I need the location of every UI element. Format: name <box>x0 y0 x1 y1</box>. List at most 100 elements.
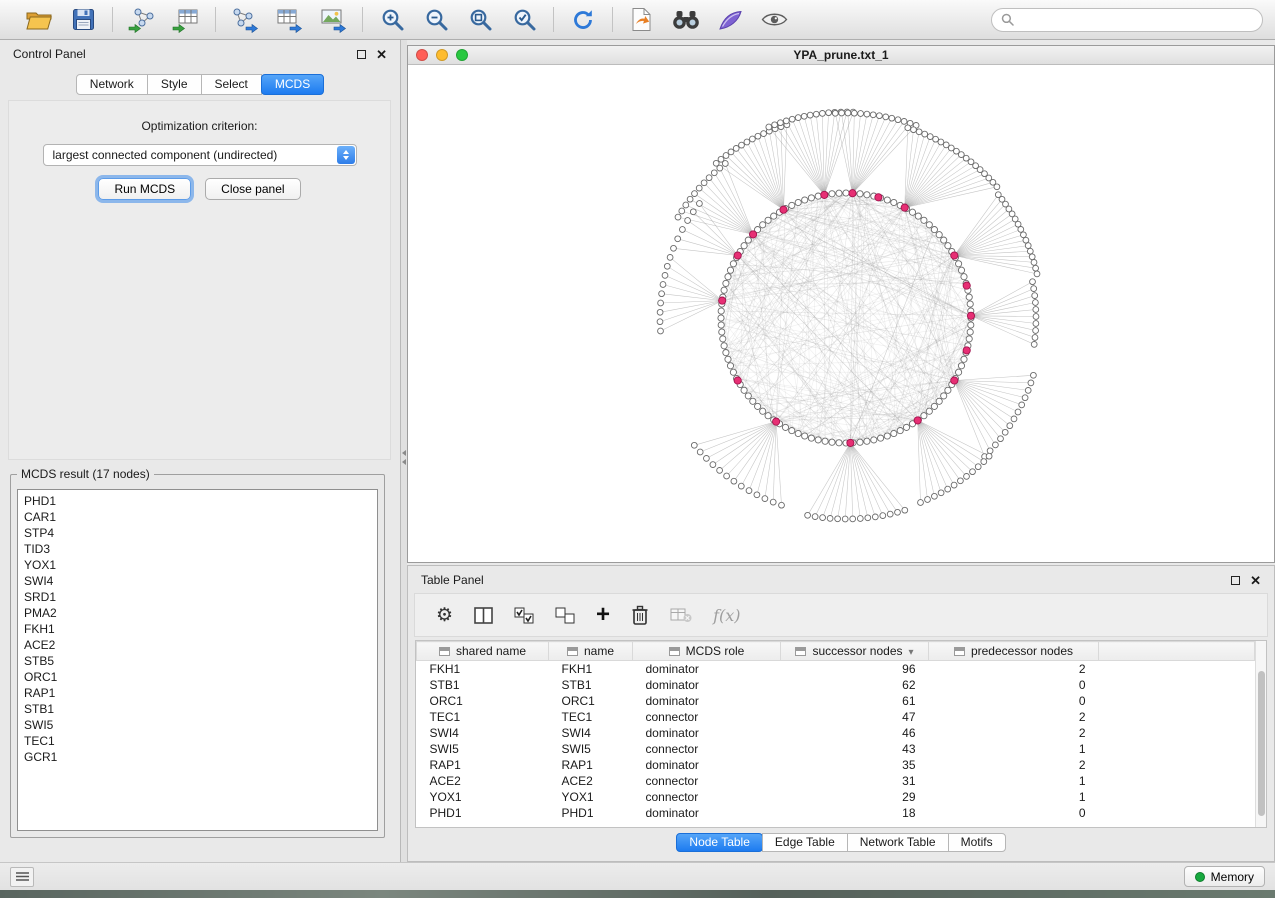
mcds-result-item[interactable]: SRD1 <box>24 589 371 605</box>
table-cell[interactable]: 1 <box>929 741 1099 757</box>
table-cell[interactable]: YOX1 <box>417 789 549 805</box>
column-header-successor-nodes[interactable]: successor nodes▾ <box>781 642 929 661</box>
mcds-result-item[interactable]: CAR1 <box>24 509 371 525</box>
tab-style[interactable]: Style <box>147 74 202 95</box>
table-cell[interactable]: 0 <box>929 693 1099 709</box>
mcds-result-item[interactable]: FKH1 <box>24 621 371 637</box>
close-window-button[interactable] <box>416 49 428 61</box>
table-cell[interactable]: ORC1 <box>549 693 633 709</box>
zoom-out-button[interactable] <box>418 5 454 35</box>
table-tab-network-table[interactable]: Network Table <box>847 833 949 852</box>
network-window-titlebar[interactable]: YPA_prune.txt_1 <box>408 46 1274 65</box>
table-cell[interactable]: TEC1 <box>417 709 549 725</box>
table-cell[interactable]: RAP1 <box>549 757 633 773</box>
mcds-result-item[interactable]: PHD1 <box>24 493 371 509</box>
table-cell[interactable]: dominator <box>633 725 781 741</box>
table-cell[interactable]: dominator <box>633 661 781 678</box>
table-cell[interactable]: 46 <box>781 725 929 741</box>
table-tab-node-table[interactable]: Node Table <box>676 833 763 852</box>
table-row[interactable]: RAP1RAP1dominator352 <box>417 757 1255 773</box>
table-cell[interactable]: YOX1 <box>549 789 633 805</box>
table-cell[interactable]: FKH1 <box>549 661 633 678</box>
mcds-result-item[interactable]: GCR1 <box>24 749 371 765</box>
search-network-button[interactable] <box>668 5 704 35</box>
table-row[interactable]: SWI4SWI4dominator462 <box>417 725 1255 741</box>
table-cell[interactable]: 0 <box>929 805 1099 821</box>
table-cell[interactable]: 2 <box>929 661 1099 678</box>
zoom-in-button[interactable] <box>374 5 410 35</box>
table-row[interactable]: FKH1FKH1dominator962 <box>417 661 1255 678</box>
search-input[interactable] <box>1020 13 1253 27</box>
mcds-result-list[interactable]: PHD1CAR1STP4TID3YOX1SWI4SRD1PMA2FKH1ACE2… <box>17 489 378 831</box>
criterion-dropdown[interactable]: largest connected component (undirected) <box>43 144 357 166</box>
close-icon[interactable]: ✕ <box>1250 574 1261 587</box>
table-row[interactable]: SWI5SWI5connector431 <box>417 741 1255 757</box>
table-cell[interactable]: STB1 <box>417 677 549 693</box>
mcds-result-item[interactable]: STP4 <box>24 525 371 541</box>
open-session-button[interactable] <box>21 5 57 35</box>
close-panel-button[interactable]: Close panel <box>205 178 300 200</box>
table-cell[interactable]: connector <box>633 709 781 725</box>
mcds-result-item[interactable]: SWI4 <box>24 573 371 589</box>
table-cell[interactable]: 0 <box>929 677 1099 693</box>
table-tab-edge-table[interactable]: Edge Table <box>762 833 848 852</box>
table-cell[interactable]: dominator <box>633 677 781 693</box>
column-header-predecessor-nodes[interactable]: predecessor nodes <box>929 642 1099 661</box>
mcds-result-item[interactable]: STB5 <box>24 653 371 669</box>
table-row[interactable]: ORC1ORC1dominator610 <box>417 693 1255 709</box>
save-session-button[interactable] <box>65 5 101 35</box>
table-cell[interactable]: RAP1 <box>417 757 549 773</box>
table-row[interactable]: YOX1YOX1connector291 <box>417 789 1255 805</box>
table-cell[interactable]: SWI4 <box>549 725 633 741</box>
zoom-selected-button[interactable] <box>506 5 542 35</box>
maximize-window-button[interactable] <box>456 49 468 61</box>
table-row[interactable]: ACE2ACE2connector311 <box>417 773 1255 789</box>
table-cell[interactable]: dominator <box>633 693 781 709</box>
table-cell[interactable]: TEC1 <box>549 709 633 725</box>
status-menu-button[interactable] <box>10 867 34 887</box>
mcds-result-item[interactable]: RAP1 <box>24 685 371 701</box>
table-cell[interactable]: 96 <box>781 661 929 678</box>
mcds-result-item[interactable]: SWI5 <box>24 717 371 733</box>
table-cell[interactable]: 2 <box>929 709 1099 725</box>
table-cell[interactable]: 43 <box>781 741 929 757</box>
show-navigator-button[interactable] <box>756 5 792 35</box>
table-cell[interactable]: 35 <box>781 757 929 773</box>
apply-layout-button[interactable] <box>565 5 601 35</box>
table-cell[interactable]: ACE2 <box>549 773 633 789</box>
table-cell[interactable]: 62 <box>781 677 929 693</box>
table-cell[interactable]: 1 <box>929 773 1099 789</box>
table-cell[interactable]: 1 <box>929 789 1099 805</box>
add-column-button[interactable]: + <box>596 603 610 627</box>
export-document-button[interactable] <box>624 5 660 35</box>
table-cell[interactable]: 29 <box>781 789 929 805</box>
table-cell[interactable]: PHD1 <box>549 805 633 821</box>
table-cell[interactable]: 2 <box>929 757 1099 773</box>
mcds-result-item[interactable]: ORC1 <box>24 669 371 685</box>
column-header-name[interactable]: name <box>549 642 633 661</box>
table-row[interactable]: TEC1TEC1connector472 <box>417 709 1255 725</box>
tab-network[interactable]: Network <box>76 74 148 95</box>
mcds-result-item[interactable]: STB1 <box>24 701 371 717</box>
table-cell[interactable]: dominator <box>633 757 781 773</box>
table-cell[interactable]: 18 <box>781 805 929 821</box>
unselect-all-button[interactable] <box>555 607 575 624</box>
memory-button[interactable]: Memory <box>1184 866 1265 887</box>
scrollbar-thumb[interactable] <box>1258 671 1265 816</box>
table-cell[interactable]: connector <box>633 741 781 757</box>
table-row[interactable]: STB1STB1dominator620 <box>417 677 1255 693</box>
table-cell[interactable]: PHD1 <box>417 805 549 821</box>
table-cell[interactable]: SWI5 <box>417 741 549 757</box>
zoom-fit-button[interactable] <box>462 5 498 35</box>
column-header-shared-name[interactable]: shared name <box>417 642 549 661</box>
table-cell[interactable]: 31 <box>781 773 929 789</box>
table-cell[interactable]: STB1 <box>549 677 633 693</box>
table-cell[interactable]: connector <box>633 773 781 789</box>
export-network-button[interactable] <box>227 5 263 35</box>
vertical-scrollbar[interactable] <box>1255 641 1266 827</box>
table-row[interactable]: PHD1PHD1dominator180 <box>417 805 1255 821</box>
import-network-button[interactable] <box>124 5 160 35</box>
table-cell[interactable]: 61 <box>781 693 929 709</box>
tab-mcds[interactable]: MCDS <box>261 74 324 95</box>
table-cell[interactable]: SWI5 <box>549 741 633 757</box>
